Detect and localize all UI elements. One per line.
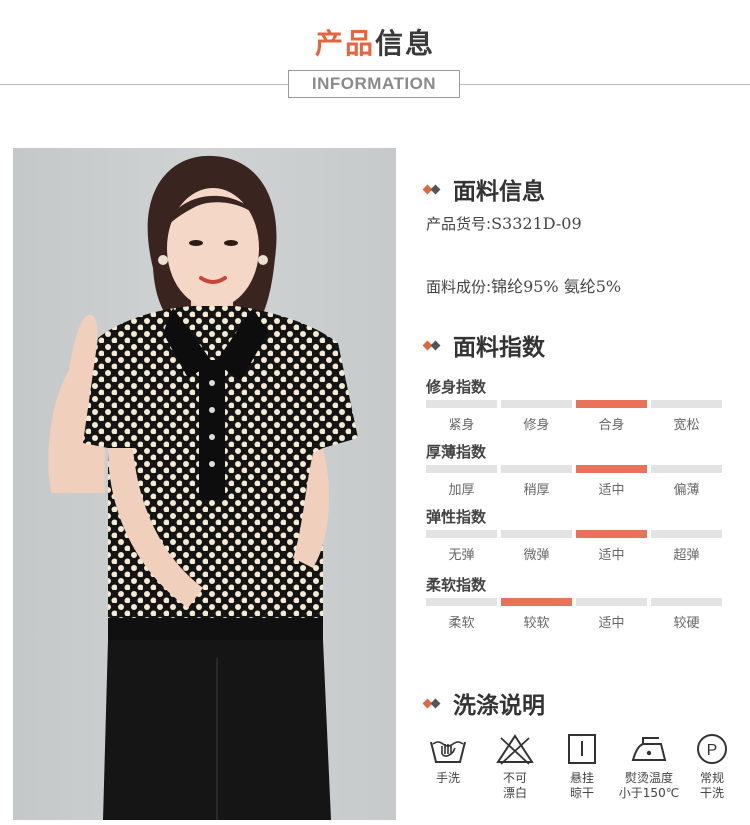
index-scale [426,465,722,473]
index-options: 无弹 微弹 适中 超弹 [426,544,722,563]
care-no-bleach: 不可 漂白 [480,732,550,801]
composition: 面料成份:锦纶95% 氨纶5% [426,273,621,297]
iron-icon [631,737,667,761]
index-bar-selected [576,530,647,538]
index-option: 宽松 [673,418,700,433]
index-scale [426,400,722,408]
index-option: 适中 [598,616,625,631]
divider-right [460,84,750,85]
index-bar-selected [501,598,572,606]
index-bar [426,530,497,538]
care-label: 不可 漂白 [502,771,527,800]
diamond-icon [422,183,445,197]
svg-text:P: P [707,742,718,759]
index-option: 修身 [523,418,550,433]
index-bar [651,465,722,473]
index-label: 修身指数 [426,378,487,396]
item-number-label: 产品货号: [426,215,492,233]
hand-wash-icon [430,741,466,763]
index-bar [426,400,497,408]
care-label: 常规 干洗 [699,771,724,800]
care-hand-wash: 手洗 [413,732,483,786]
title-accent: 产品 [314,27,375,60]
diamond-icon [422,697,445,711]
fabric-info-title: 面料信息 [453,179,545,205]
care-hang-dry: 悬挂 晾干 [547,732,617,801]
index-scale [426,598,722,606]
index-option: 微弹 [523,548,550,563]
care-label: 熨烫温度 小于150℃ [618,771,680,800]
index-bar-selected [576,465,647,473]
index-bar [651,530,722,538]
index-bar [576,598,647,606]
index-option: 加厚 [448,483,475,498]
index-bar [501,465,572,473]
index-bar [651,400,722,408]
index-label: 柔软指数 [426,576,487,594]
fabric-info-heading: 面料信息 [422,172,545,206]
index-options: 紧身 修身 合身 宽松 [426,414,722,433]
index-option: 偏薄 [673,483,700,498]
index-scale [426,530,722,538]
index-label: 厚薄指数 [426,443,487,461]
fabric-index-heading: 面料指数 [422,328,545,362]
item-number-value: S3321D-09 [491,214,582,233]
index-bar [426,465,497,473]
index-option: 合身 [598,418,625,433]
index-label: 弹性指数 [426,508,487,526]
diamond-icon [422,339,445,353]
index-option: 适中 [598,548,625,563]
hang-dry-icon [568,734,596,764]
index-option: 适中 [598,483,625,498]
index-option: 无弹 [448,548,475,563]
section-title: 产品信息 [0,22,750,62]
index-bar-selected [576,400,647,408]
index-option: 稍厚 [523,483,550,498]
index-options: 加厚 稍厚 适中 偏薄 [426,479,722,498]
index-option: 较硬 [673,616,700,631]
index-option: 柔软 [448,616,475,631]
index-option: 较软 [523,616,550,631]
fabric-index-title: 面料指数 [453,335,545,361]
index-option: 紧身 [448,418,475,433]
composition-label: 面料成份: [426,278,492,296]
care-iron: 熨烫温度 小于150℃ [614,732,684,801]
care-label: 悬挂 晾干 [569,771,594,800]
product-photo [13,148,396,820]
index-bar [426,598,497,606]
dry-clean-icon: P [697,734,727,764]
information-badge: INFORMATION [288,70,460,98]
index-bar [501,530,572,538]
care-dry-clean: P 常规 干洗 [677,732,747,801]
care-label: 手洗 [435,771,460,785]
item-number: 产品货号:S3321D-09 [426,213,582,234]
composition-value: 锦纶95% 氨纶5% [491,277,622,296]
title-rest: 信息 [375,27,436,60]
index-option: 超弹 [673,548,700,563]
index-bar [501,400,572,408]
index-bar [651,598,722,606]
washing-title: 洗涤说明 [453,693,545,719]
washing-heading: 洗涤说明 [422,686,545,720]
no-bleach-icon [496,734,534,765]
index-options: 柔软 较软 适中 较硬 [426,612,722,631]
divider-left [0,84,288,85]
